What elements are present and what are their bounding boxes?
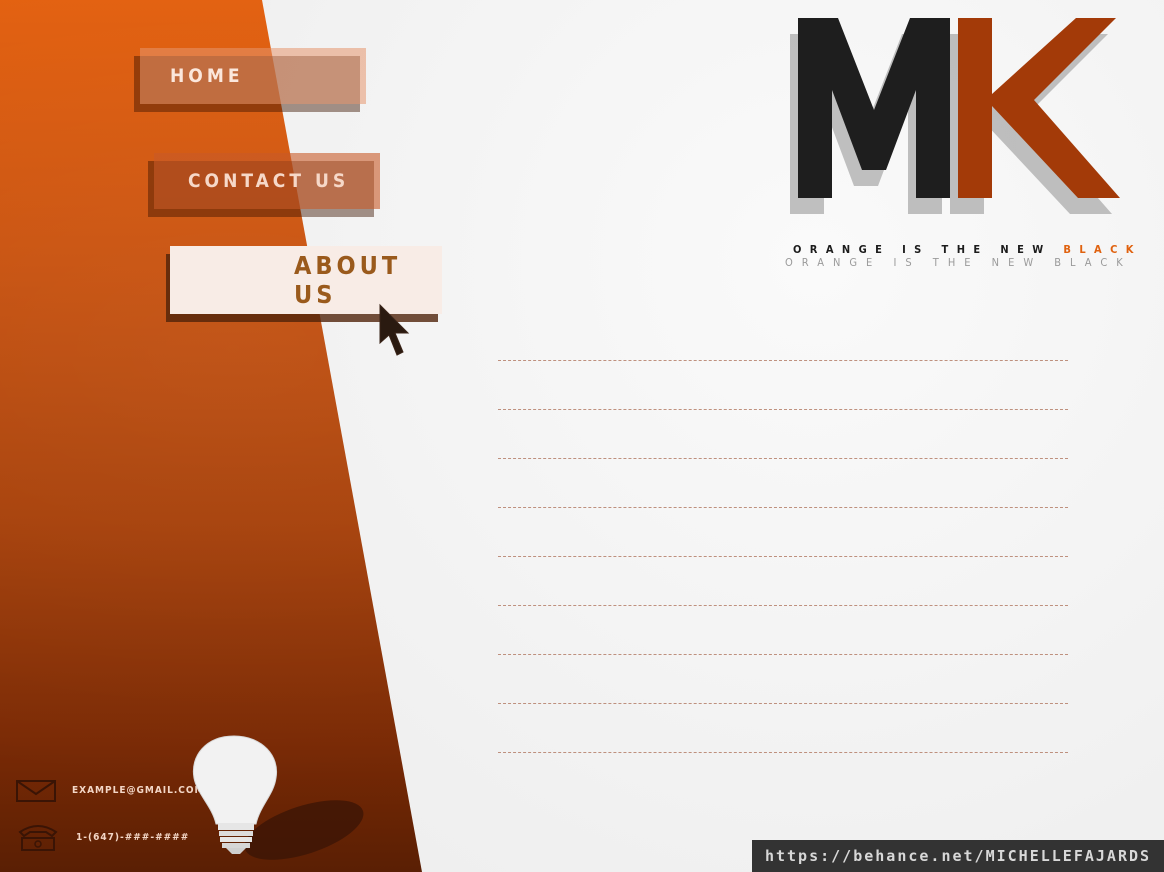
email-text: EXAMPLE@GMAIL.COM (72, 784, 205, 796)
ruled-line (498, 605, 1068, 606)
logo-text: MK (790, 18, 792, 19)
mail-icon (16, 780, 56, 802)
tagline-accent: BLACK (1063, 243, 1142, 256)
ruled-line (498, 752, 1068, 753)
tagline-main: ORANGE IS THE NEW (793, 243, 1052, 256)
contact-us-button[interactable]: CONTACT US (154, 153, 380, 209)
cursor-icon (379, 303, 410, 356)
footer-bar: https://behance.net/MICHELLEFAJARDS (752, 840, 1164, 872)
ruled-line (498, 409, 1068, 410)
phone-text: 1-(647)-###-#### (76, 831, 190, 843)
ruled-line (498, 458, 1068, 459)
logo-mark: MK (790, 18, 1120, 214)
lightbulb-icon (192, 735, 364, 860)
behance-link[interactable]: https://behance.net/MICHELLEFAJARDS (765, 847, 1151, 865)
about-us-button-label: ABOUT US (294, 251, 402, 309)
ruled-line (498, 703, 1068, 704)
logo-tagline: ORANGE IS THE NEW BLACK (793, 243, 1142, 256)
contact-email-row[interactable]: EXAMPLE@GMAIL.COM (16, 778, 204, 802)
home-button[interactable]: HOME (140, 48, 366, 104)
tagline-reflection: ORANGE IS THE NEW BLACK (785, 256, 1132, 269)
ruled-line (498, 556, 1068, 557)
phone-icon (18, 825, 58, 851)
contact-phone-row[interactable]: 1-(647)-###-#### (16, 822, 189, 852)
ruled-lines (498, 360, 1068, 801)
ruled-line (498, 654, 1068, 655)
ruled-line (498, 507, 1068, 508)
home-button-label: HOME (170, 65, 244, 87)
ruled-line (498, 360, 1068, 361)
contact-us-button-label: CONTACT US (188, 170, 350, 192)
